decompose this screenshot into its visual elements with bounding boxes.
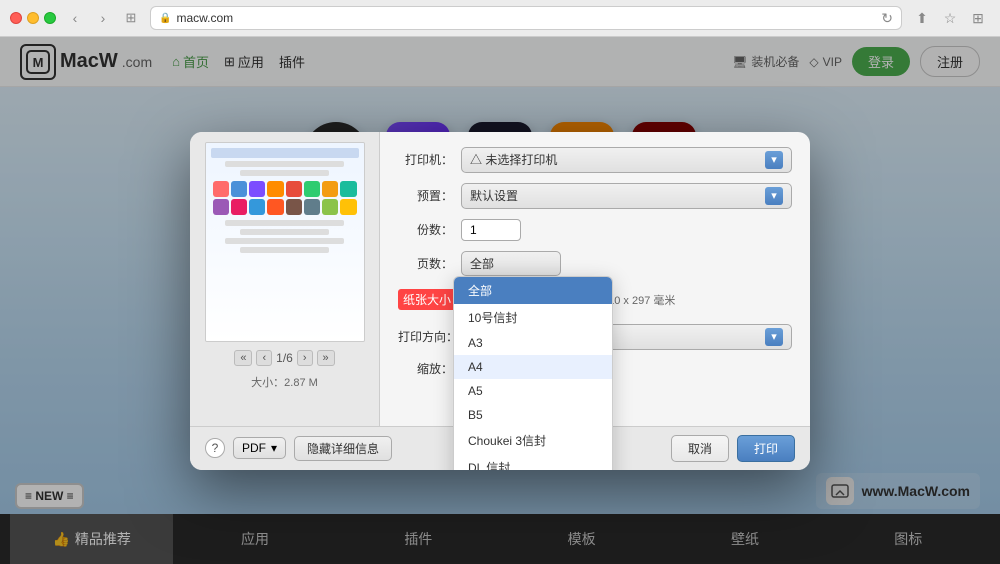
preview-row-2 [240, 170, 329, 176]
preview-apps-grid [211, 179, 359, 217]
refresh-button[interactable]: ↻ [881, 10, 893, 27]
lock-icon: 🔒 [159, 13, 171, 24]
preview-last-button[interactable]: » [317, 350, 335, 366]
cancel-button[interactable]: 取消 [671, 435, 729, 462]
printer-value: △ 未选择打印机 [470, 151, 760, 168]
preview-next-button[interactable]: › [297, 350, 313, 366]
preset-row: 预置： 默认设置 ▾ [398, 183, 792, 209]
help-button[interactable]: ? [205, 438, 225, 458]
pages-value: 全部 [470, 255, 552, 272]
hide-details-button[interactable]: 隐藏详细信息 [294, 436, 392, 461]
preview-header-row [211, 148, 359, 158]
printer-dropdown[interactable]: △ 未选择打印机 ▾ [461, 147, 792, 173]
footer-left: ? PDF ▾ 隐藏详细信息 [205, 436, 392, 461]
preset-value: 默认设置 [470, 187, 760, 204]
popup-item-choukei[interactable]: Choukei 3信封 [454, 427, 612, 454]
print-dialog-body: « ‹ 1/6 › » 大小：2.87 M 打印机： [190, 132, 810, 426]
back-button[interactable]: ‹ [64, 7, 86, 29]
orientation-arrow: ▾ [765, 328, 783, 346]
paper-size-popup: 全部 10号信封 A3 A4 A5 B5 Choukei 3信封 DL 信封 J… [453, 276, 613, 470]
preview-page-number: 1/6 [276, 351, 293, 365]
minimize-window-button[interactable] [27, 12, 39, 24]
preview-image [205, 142, 365, 342]
pdf-arrow: ▾ [271, 441, 277, 455]
tab-switcher-button[interactable]: ⊞ [120, 7, 142, 29]
popup-item-a3[interactable]: A3 [454, 331, 612, 355]
copies-row: 份数： [398, 219, 792, 241]
preview-size-info: 大小：2.87 M [251, 374, 318, 390]
copies-control [461, 219, 792, 241]
preset-dropdown-arrow: ▾ [765, 187, 783, 205]
pdf-dropdown[interactable]: PDF ▾ [233, 437, 286, 459]
printer-dropdown-arrow: ▾ [765, 151, 783, 169]
preview-controls: « ‹ 1/6 › » [200, 350, 369, 366]
pdf-label: PDF [242, 441, 266, 455]
browser-actions: ⬆ ☆ ⊞ [910, 6, 990, 30]
pages-row: 页数： 全部 全部 10号信封 A3 A4 A5 [398, 251, 792, 276]
preview-row-4 [240, 229, 329, 235]
forward-button[interactable]: › [92, 7, 114, 29]
print-dialog: « ‹ 1/6 › » 大小：2.87 M 打印机： [190, 132, 810, 470]
browser-titlebar: ‹ › ⊞ 🔒 macw.com ↻ ⬆ ☆ ⊞ [0, 0, 1000, 36]
traffic-lights [10, 12, 56, 24]
url-text: macw.com [176, 11, 876, 25]
pages-dropdown[interactable]: 全部 [461, 251, 561, 276]
browser-chrome: ‹ › ⊞ 🔒 macw.com ↻ ⬆ ☆ ⊞ [0, 0, 1000, 37]
popup-item-a4[interactable]: A4 [454, 355, 612, 379]
close-window-button[interactable] [10, 12, 22, 24]
copies-input[interactable] [461, 219, 521, 241]
sidebar-button[interactable]: ⊞ [966, 6, 990, 30]
printer-label: 打印机： [398, 151, 453, 168]
scale-label: 缩放： [398, 360, 453, 377]
orientation-label: 打印方向： [398, 328, 458, 345]
popup-item-10env[interactable]: 10号信封 [454, 304, 612, 331]
print-button[interactable]: 打印 [737, 435, 795, 462]
preset-control: 默认设置 ▾ [461, 183, 792, 209]
popup-item-a5[interactable]: A5 [454, 379, 612, 403]
maximize-window-button[interactable] [44, 12, 56, 24]
preview-panel: « ‹ 1/6 › » 大小：2.87 M [190, 132, 380, 426]
settings-panel: 打印机： △ 未选择打印机 ▾ 预置： 默认 [380, 132, 810, 426]
printer-row: 打印机： △ 未选择打印机 ▾ [398, 147, 792, 173]
copies-label: 份数： [398, 221, 453, 238]
preview-row-5 [225, 238, 343, 244]
preview-prev-button[interactable]: ‹ [256, 350, 272, 366]
print-dialog-overlay: « ‹ 1/6 › » 大小：2.87 M 打印机： [0, 37, 1000, 564]
address-bar[interactable]: 🔒 macw.com ↻ [150, 6, 902, 30]
popup-item-dl[interactable]: DL 信封 [454, 454, 612, 470]
popup-item-all[interactable]: 全部 [454, 277, 612, 304]
preset-label: 预置： [398, 187, 453, 204]
pages-label: 页数： [398, 255, 453, 272]
preset-dropdown[interactable]: 默认设置 ▾ [461, 183, 792, 209]
share-button[interactable]: ⬆ [910, 6, 934, 30]
website-content: M MacW .com ⌂ 首页 ⊞ 应用 插件 🖥 装机必备 [0, 37, 1000, 564]
pages-control: 全部 全部 10号信封 A3 A4 A5 B5 Choukei 3信封 [461, 251, 792, 276]
preview-mini-content [206, 143, 364, 341]
paper-dimensions: 210 x 297 毫米 [602, 292, 675, 308]
preview-row-6 [240, 247, 329, 253]
popup-item-b5[interactable]: B5 [454, 403, 612, 427]
preview-row-3 [225, 220, 343, 226]
printer-control: △ 未选择打印机 ▾ [461, 147, 792, 173]
preview-row-1 [225, 161, 343, 167]
bookmark-button[interactable]: ☆ [938, 6, 962, 30]
preview-first-button[interactable]: « [234, 350, 252, 366]
browser-nav: ‹ › ⊞ [64, 7, 142, 29]
footer-right: 取消 打印 [671, 435, 795, 462]
